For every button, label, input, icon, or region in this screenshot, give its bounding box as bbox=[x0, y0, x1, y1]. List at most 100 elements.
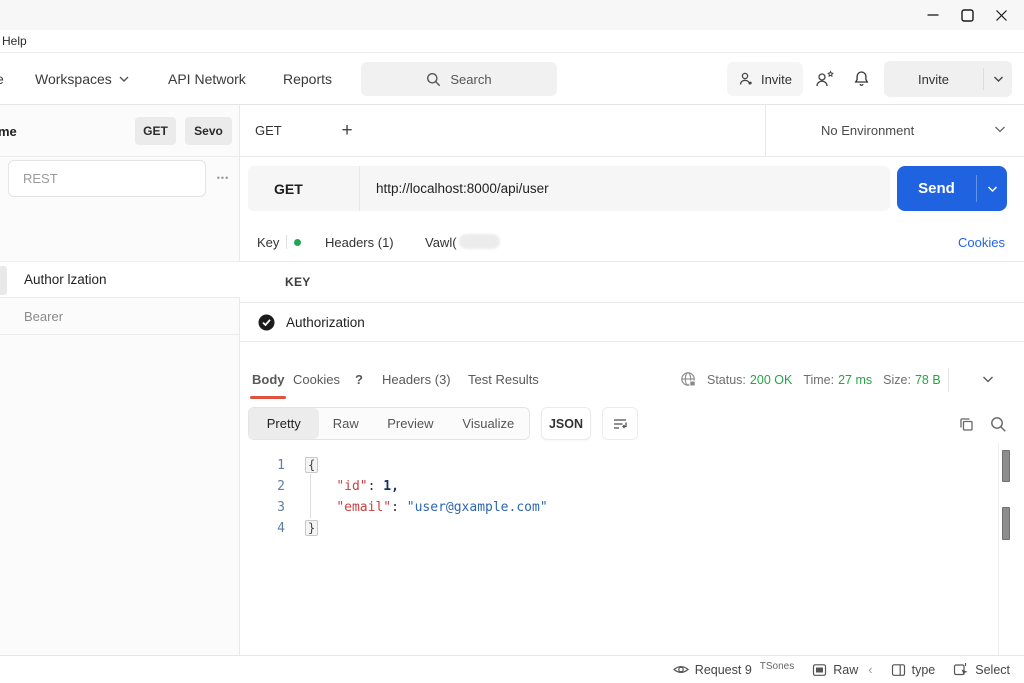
sidebar-item-label: Bearer bbox=[24, 308, 64, 324]
view-raw-button[interactable]: Raw bbox=[319, 408, 374, 439]
window-titlebar bbox=[0, 0, 1024, 30]
line-number: 4 bbox=[277, 521, 285, 536]
request-history-button[interactable]: Request 9 TSones bbox=[672, 661, 795, 677]
tab-headers[interactable]: Headers (1) bbox=[325, 223, 394, 261]
params-header-row: KEY bbox=[240, 262, 1024, 303]
invite-split-button: Invite bbox=[884, 61, 1012, 97]
scrollbar-thumb[interactable] bbox=[1002, 450, 1010, 482]
method-selector[interactable]: GET bbox=[248, 166, 360, 211]
maximize-icon bbox=[960, 8, 974, 22]
nav-home-partial[interactable]: e bbox=[0, 53, 4, 104]
menu-help[interactable]: Help bbox=[2, 34, 27, 48]
select-tool-button[interactable]: Select bbox=[953, 662, 1010, 677]
format-select-button[interactable]: JSON bbox=[541, 407, 591, 440]
sidebar-item-authorization[interactable]: Author lzation bbox=[0, 261, 240, 298]
code-line: 3 "email": "user@gxample.com" bbox=[240, 497, 547, 518]
app-window: Help e Workspaces API Network Reports Se… bbox=[0, 0, 1024, 683]
key-column-header: KEY bbox=[285, 275, 311, 289]
chevron-left: ‹ bbox=[868, 662, 873, 677]
line-number: 3 bbox=[277, 500, 285, 515]
user-settings-button[interactable] bbox=[812, 67, 838, 91]
type-panel-button[interactable]: type bbox=[891, 663, 935, 677]
search-placeholder: Search bbox=[450, 71, 492, 87]
environment-label: No Environment bbox=[821, 123, 915, 138]
params-row-label: Authorization bbox=[286, 314, 365, 330]
invite-split-chevron[interactable] bbox=[984, 61, 1012, 97]
tab-response-headers[interactable]: Headers (3) bbox=[382, 360, 451, 399]
search-icon bbox=[990, 416, 1006, 432]
sidebar-title-partial: me bbox=[0, 123, 17, 139]
view-visualize-button[interactable]: Visualize bbox=[448, 408, 529, 439]
panel-layout-icon bbox=[891, 663, 905, 676]
params-row-authorization[interactable]: Authorization bbox=[240, 303, 1024, 342]
rest-input[interactable]: REST bbox=[8, 160, 206, 197]
nav-workspaces[interactable]: Workspaces bbox=[35, 53, 129, 104]
copy-button[interactable] bbox=[953, 410, 979, 438]
close-button[interactable] bbox=[984, 0, 1018, 30]
search-response-button[interactable] bbox=[985, 410, 1011, 438]
person-add-icon bbox=[739, 72, 752, 85]
active-indicator bbox=[0, 266, 7, 295]
environment-selector[interactable]: No Environment bbox=[765, 105, 1024, 156]
size-pair: Size: 78 B bbox=[883, 373, 941, 387]
tab-get-request[interactable]: GET bbox=[255, 105, 282, 156]
code-text: } bbox=[305, 518, 319, 539]
tab-vawl[interactable]: Vawl( bbox=[425, 223, 457, 261]
minimize-icon bbox=[927, 14, 939, 16]
sidebar-item-label: Author lzation bbox=[24, 272, 107, 287]
send-options-chevron[interactable] bbox=[977, 166, 1007, 211]
raw-toggle-button[interactable]: Raw ‹ bbox=[812, 662, 873, 677]
help-question-mark[interactable]: ? bbox=[355, 360, 363, 399]
check-circle-icon[interactable] bbox=[258, 314, 275, 331]
modified-dot-icon bbox=[294, 239, 301, 246]
time-label: Time: bbox=[803, 372, 835, 387]
tab-key[interactable]: Key bbox=[257, 223, 279, 261]
invite-split-label[interactable]: Invite bbox=[884, 61, 983, 97]
tsones-label: TSones bbox=[759, 661, 795, 672]
minimize-button[interactable] bbox=[916, 0, 950, 30]
status-pair: Status: 200 OK bbox=[707, 373, 792, 387]
menubar: Help bbox=[0, 30, 1024, 53]
close-icon bbox=[995, 9, 1007, 21]
plus-icon: + bbox=[341, 119, 353, 141]
copy-icon bbox=[959, 417, 973, 431]
divider bbox=[948, 368, 949, 392]
tab-body[interactable]: Body bbox=[252, 360, 285, 399]
maximize-button[interactable] bbox=[950, 0, 984, 30]
more-options-button[interactable]: ••• bbox=[208, 166, 238, 190]
cookies-link[interactable]: Cookies bbox=[958, 223, 1005, 261]
send-button[interactable]: Send bbox=[897, 166, 976, 211]
select-cursor-icon bbox=[954, 663, 968, 676]
nav-api-network[interactable]: API Network bbox=[168, 53, 246, 104]
code-line: 1{ bbox=[240, 455, 548, 476]
scrollbar-thumb[interactable] bbox=[1002, 507, 1010, 540]
invite-button-label: Invite bbox=[760, 71, 793, 87]
tab-test-results[interactable]: Test Results bbox=[468, 360, 539, 399]
size-value: 78 B bbox=[914, 372, 941, 387]
sidebar-get-chip[interactable]: GET bbox=[135, 117, 176, 145]
notifications-button[interactable] bbox=[848, 67, 874, 91]
sidebar-item-bearer[interactable]: Bearer bbox=[0, 298, 240, 335]
view-pretty-button[interactable]: Pretty bbox=[249, 408, 319, 439]
chevron-down-icon bbox=[119, 76, 129, 82]
status-value: 200 OK bbox=[749, 372, 793, 387]
chevron-down-icon bbox=[993, 76, 1003, 82]
code-line: 4} bbox=[240, 518, 548, 539]
url-value: http://localhost:8000/api/user bbox=[376, 181, 549, 196]
view-preview-button[interactable]: Preview bbox=[373, 408, 447, 439]
sidebar-save-chip[interactable]: Sevo bbox=[185, 117, 232, 145]
wrap-lines-button[interactable] bbox=[602, 407, 638, 440]
nav-reports[interactable]: Reports bbox=[283, 53, 332, 104]
invite-button[interactable]: Invite bbox=[727, 62, 803, 96]
response-header: Body Cookies ? Headers (3) Test Results … bbox=[240, 360, 1024, 400]
collapse-response-button[interactable] bbox=[970, 360, 1006, 399]
code-lines[interactable]: 1{2 "id": 1, 3 "email": "user@gxample.com… bbox=[240, 455, 548, 539]
tab-response-cookies[interactable]: Cookies bbox=[293, 360, 340, 399]
raw-label: Raw bbox=[833, 662, 859, 677]
add-tab-button[interactable]: + bbox=[335, 105, 359, 156]
rest-input-value: REST bbox=[23, 171, 58, 186]
url-input[interactable]: http://localhost:8000/api/user bbox=[360, 166, 890, 211]
code-text: { bbox=[305, 455, 319, 476]
search-input[interactable]: Search bbox=[361, 62, 557, 96]
request-subtabs: Key Headers (1) Vawl( Cookies bbox=[240, 223, 1024, 262]
